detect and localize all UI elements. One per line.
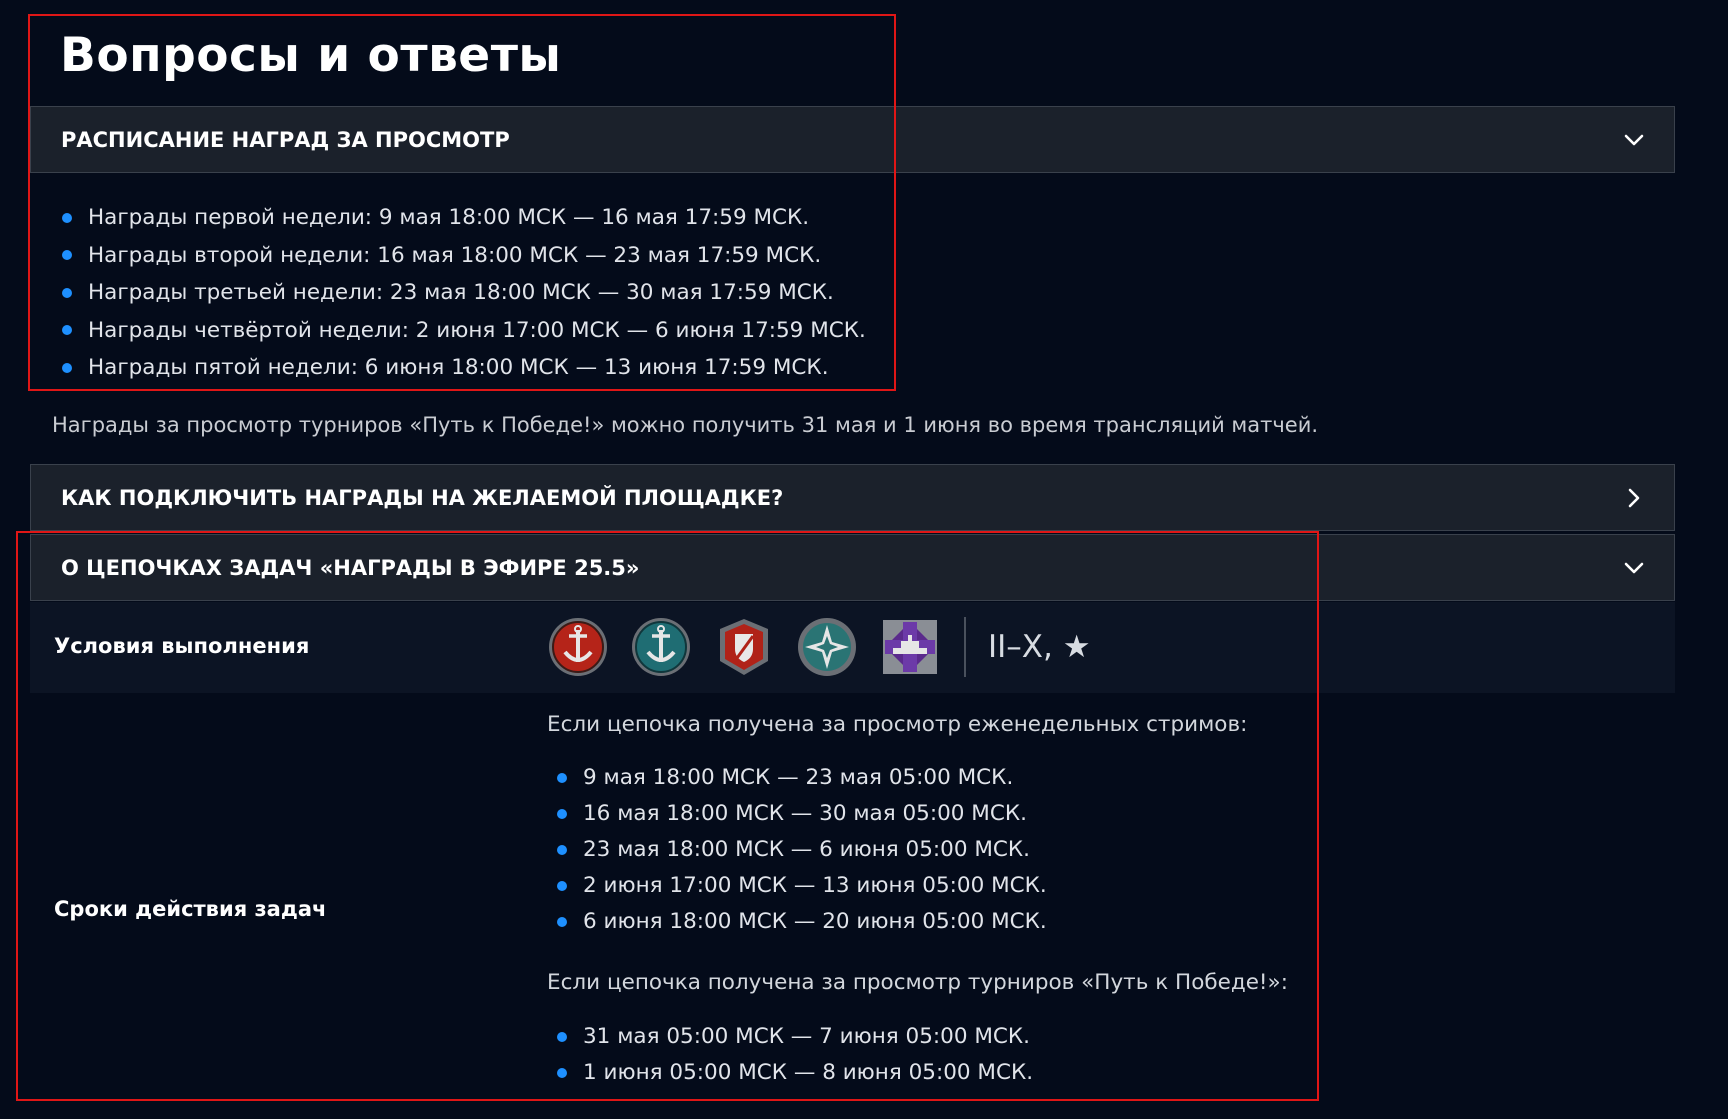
chevron-down-icon[interactable] xyxy=(1622,556,1646,580)
chevron-down-icon[interactable] xyxy=(1622,128,1646,152)
page-title: Вопросы и ответы xyxy=(60,28,562,83)
list-item: Награды пятой недели: 6 июня 18:00 МСК —… xyxy=(62,349,866,387)
deadlines-label: Сроки действия задач xyxy=(54,897,327,921)
list-item: 6 июня 18:00 МСК — 20 июня 05:00 МСК. xyxy=(557,904,1047,940)
accordion-chains-header[interactable]: О ЦЕПОЧКАХ ЗАДАЧ «НАГРАДЫ В ЭФИРЕ 25.5» xyxy=(30,534,1675,601)
conditions-label: Условия выполнения xyxy=(54,634,310,658)
list-item: 16 мая 18:00 МСК — 30 мая 05:00 МСК. xyxy=(557,796,1047,832)
purple-ship-badge-icon xyxy=(883,620,937,674)
weekly-heading: Если цепочка получена за просмотр еженед… xyxy=(547,712,1248,737)
list-item: 2 июня 17:00 МСК — 13 июня 05:00 МСК. xyxy=(557,868,1047,904)
list-item: Награды второй недели: 16 мая 18:00 МСК … xyxy=(62,237,866,275)
accordion-chains-title: О ЦЕПОЧКАХ ЗАДАЧ «НАГРАДЫ В ЭФИРЕ 25.5» xyxy=(61,555,640,580)
accordion-connect-header[interactable]: КАК ПОДКЛЮЧИТЬ НАГРАДЫ НА ЖЕЛАЕМОЙ ПЛОЩА… xyxy=(30,464,1675,531)
list-item: Награды первой недели: 9 мая 18:00 МСК —… xyxy=(62,199,866,237)
weekly-deadlines-list: 9 мая 18:00 МСК — 23 мая 05:00 МСК. 16 м… xyxy=(557,760,1047,940)
list-item: Награды третьей недели: 23 мая 18:00 МСК… xyxy=(62,274,866,312)
badge-divider xyxy=(964,617,966,677)
list-item: Награды четвёртой недели: 2 июня 17:00 М… xyxy=(62,312,866,350)
accordion-connect-title: КАК ПОДКЛЮЧИТЬ НАГРАДЫ НА ЖЕЛАЕМОЙ ПЛОЩА… xyxy=(61,485,784,510)
accordion-schedule-header[interactable]: РАСПИСАНИЕ НАГРАД ЗА ПРОСМОТР xyxy=(30,106,1675,173)
red-shield-badge-icon xyxy=(720,619,768,675)
teal-anchor-badge-icon xyxy=(632,618,690,676)
accordion-schedule-title: РАСПИСАНИЕ НАГРАД ЗА ПРОСМОТР xyxy=(61,127,510,152)
list-item: 31 мая 05:00 МСК — 7 июня 05:00 МСК. xyxy=(557,1019,1033,1055)
tier-range: II–X, ★ xyxy=(988,629,1091,665)
list-item: 9 мая 18:00 МСК — 23 мая 05:00 МСК. xyxy=(557,760,1047,796)
badges-group: II–X, ★ xyxy=(547,614,1091,680)
tournament-heading: Если цепочка получена за просмотр турнир… xyxy=(547,970,1288,995)
schedule-note: Награды за просмотр турниров «Путь к Поб… xyxy=(52,413,1319,437)
schedule-list: Награды первой недели: 9 мая 18:00 МСК —… xyxy=(62,199,866,387)
tournament-deadlines-list: 31 мая 05:00 МСК — 7 июня 05:00 МСК. 1 и… xyxy=(557,1019,1033,1091)
list-item: 1 июня 05:00 МСК — 8 июня 05:00 МСК. xyxy=(557,1055,1033,1091)
red-anchor-badge-icon xyxy=(549,618,607,676)
teal-star-badge-icon xyxy=(798,618,856,676)
list-item: 23 мая 18:00 МСК — 6 июня 05:00 МСК. xyxy=(557,832,1047,868)
chevron-right-icon[interactable] xyxy=(1622,486,1646,510)
